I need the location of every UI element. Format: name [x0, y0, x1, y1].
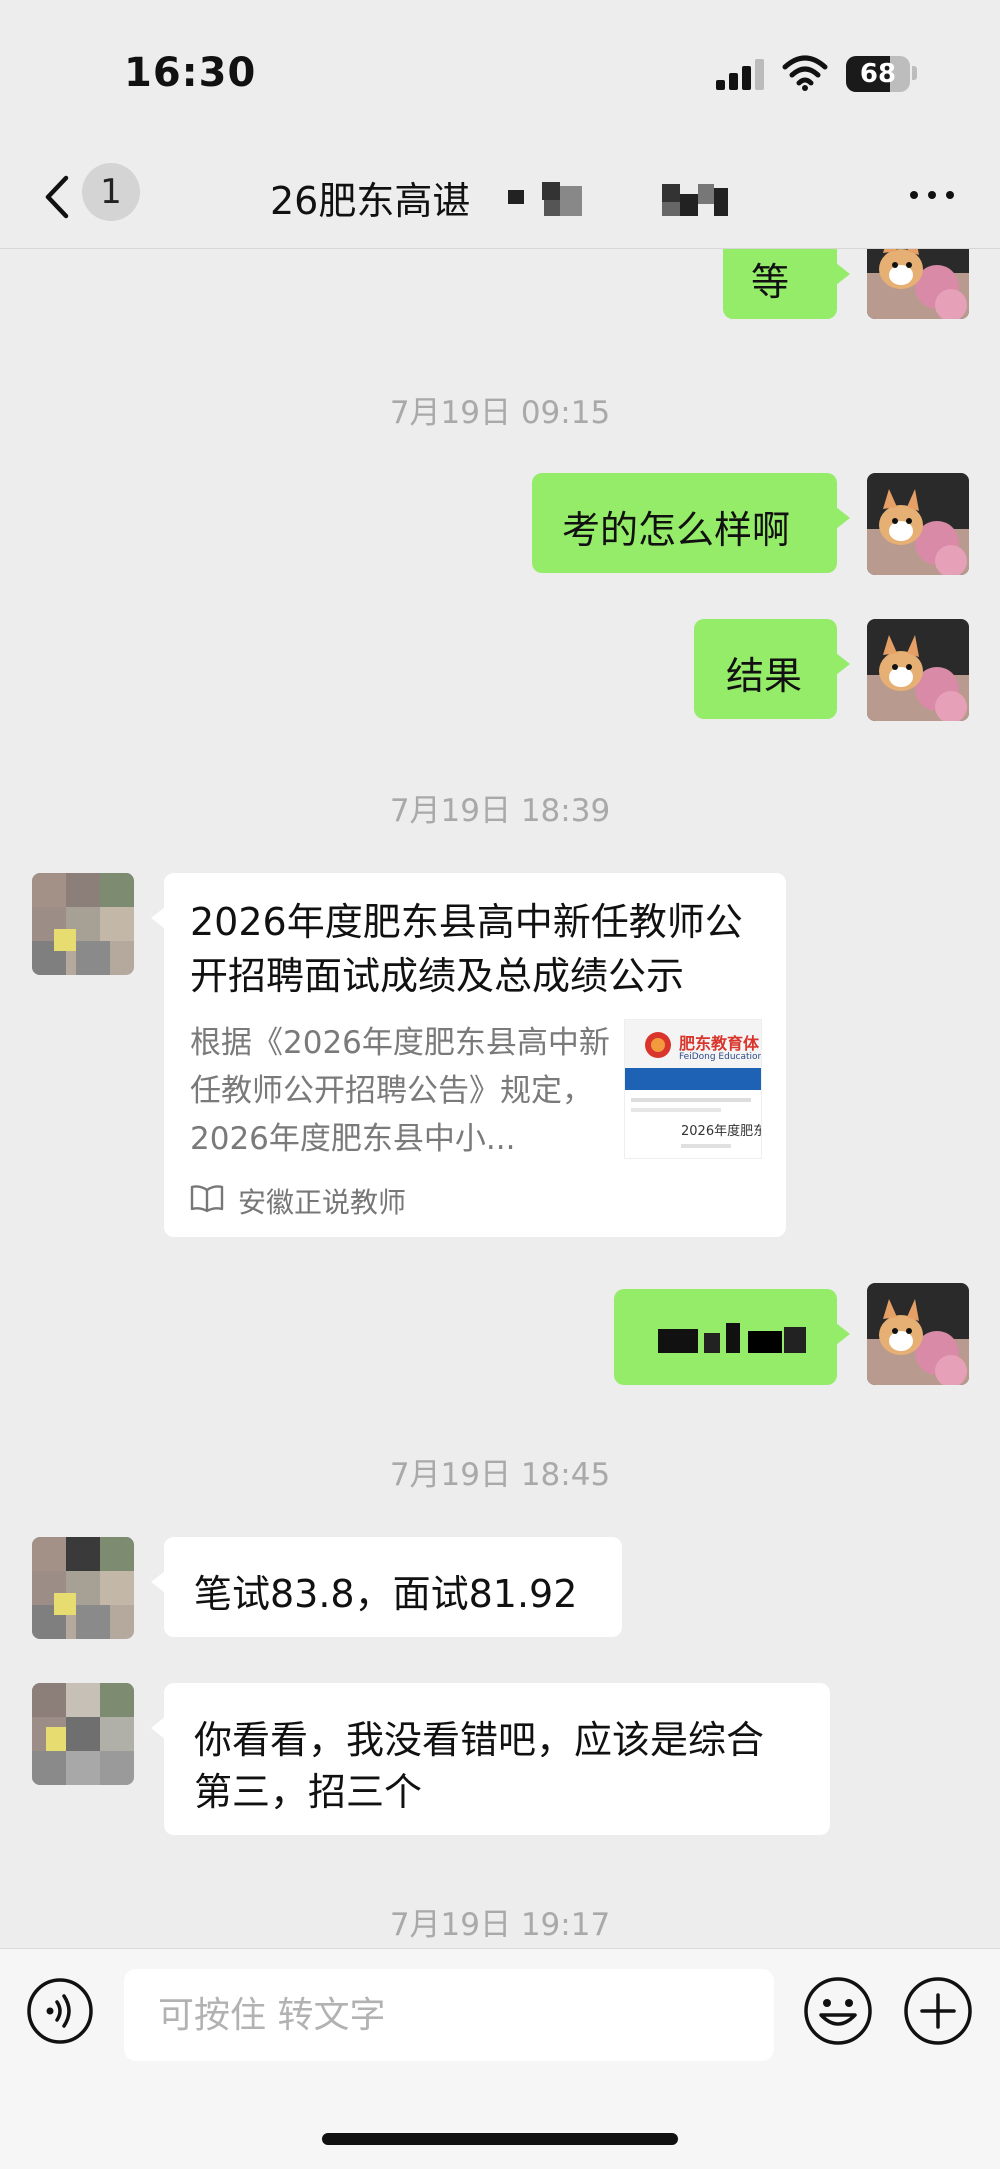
contact-avatar[interactable] [32, 873, 134, 975]
message-bubble-outgoing[interactable]: 结果 [694, 619, 850, 719]
thumb-caption: 2026年度肥东县 [681, 1124, 761, 1139]
link-card-message[interactable]: 2026年度肥东县高中新任教师公开招聘面试成绩及总成绩公示 根据《2026年度肥… [151, 873, 786, 1237]
battery-level: 68 [859, 59, 897, 89]
cellular-signal-icon [716, 58, 766, 90]
back-chevron-icon[interactable] [38, 172, 78, 222]
my-avatar[interactable] [867, 473, 969, 575]
battery-icon: 68 [846, 56, 910, 92]
thumb-subtitle: FeiDong Education Sp [679, 1052, 762, 1062]
my-avatar[interactable] [867, 1283, 969, 1385]
nav-bar: 1 26肥东高谌 [0, 150, 1000, 249]
redacted-title-mosaic-2 [662, 184, 728, 216]
message-bubble-outgoing-redacted[interactable] [614, 1289, 850, 1385]
home-indicator [322, 2133, 678, 2145]
message-bubble-outgoing[interactable]: 考的怎么样啊 [532, 473, 850, 573]
plus-icon[interactable] [902, 1975, 974, 2047]
status-bar: 16:30 68 [0, 0, 1000, 150]
timestamp: 7月19日 18:39 [389, 793, 611, 829]
message-text: 笔试83.8，面试81.92 [194, 1572, 578, 1616]
status-time: 16:30 [124, 50, 257, 96]
contact-avatar[interactable] [32, 1537, 134, 1639]
timestamp: 7月19日 18:45 [389, 1457, 611, 1493]
link-card-description: 根据《2026年度肥东县高中新任教师公开招聘公告》规定，2026年度肥东县中小.… [190, 1025, 610, 1157]
message-text-line1: 你看看，我没看错吧，应该是综合 [194, 1718, 765, 1762]
my-avatar[interactable] [867, 619, 969, 721]
message-text: 考的怎么样啊 [562, 508, 791, 552]
timestamp: 7月19日 19:17 [389, 1907, 611, 1943]
more-options-icon[interactable] [904, 188, 960, 202]
message-bubble-incoming[interactable]: 你看看，我没看错吧，应该是综合 第三，招三个 [151, 1683, 830, 1835]
message-bubble-outgoing[interactable]: 等 [723, 249, 850, 319]
contact-avatar[interactable] [32, 1683, 134, 1785]
emoji-icon[interactable] [802, 1975, 874, 2047]
redacted-text-mosaic [658, 1323, 806, 1353]
redacted-title-mosaic [508, 182, 582, 216]
message-text: 结果 [726, 654, 803, 698]
link-card-thumbnail: 肥东教育体 FeiDong Education Sp 2026年度肥东县 [624, 1019, 762, 1159]
chat-message-list[interactable]: 等 7月19日 09:15 考的怎么样啊 结果 7月19日 18:39 2026… [0, 249, 1000, 1949]
battery-tip [912, 66, 917, 80]
unread-count-badge[interactable]: 1 [82, 163, 140, 221]
message-input[interactable] [124, 1969, 774, 2061]
message-text: 等 [751, 260, 790, 304]
message-text-line2: 第三，招三个 [194, 1770, 423, 1814]
wifi-icon [782, 55, 828, 91]
book-icon [190, 1185, 224, 1213]
link-card-title: 2026年度肥东县高中新任教师公开招聘面试成绩及总成绩公示 [190, 900, 743, 998]
my-avatar[interactable] [867, 249, 969, 319]
education-logo-icon [645, 1032, 671, 1058]
link-card-source: 安徽正说教师 [238, 1186, 407, 1219]
chat-title[interactable]: 26肥东高谌 [270, 170, 470, 225]
timestamp: 7月19日 09:15 [389, 395, 611, 431]
message-bubble-incoming[interactable]: 笔试83.8，面试81.92 [151, 1537, 622, 1637]
voice-input-icon[interactable] [26, 1977, 94, 2045]
thumb-brand: 肥东教育体 [679, 1034, 760, 1053]
input-bar [0, 1948, 1000, 2169]
